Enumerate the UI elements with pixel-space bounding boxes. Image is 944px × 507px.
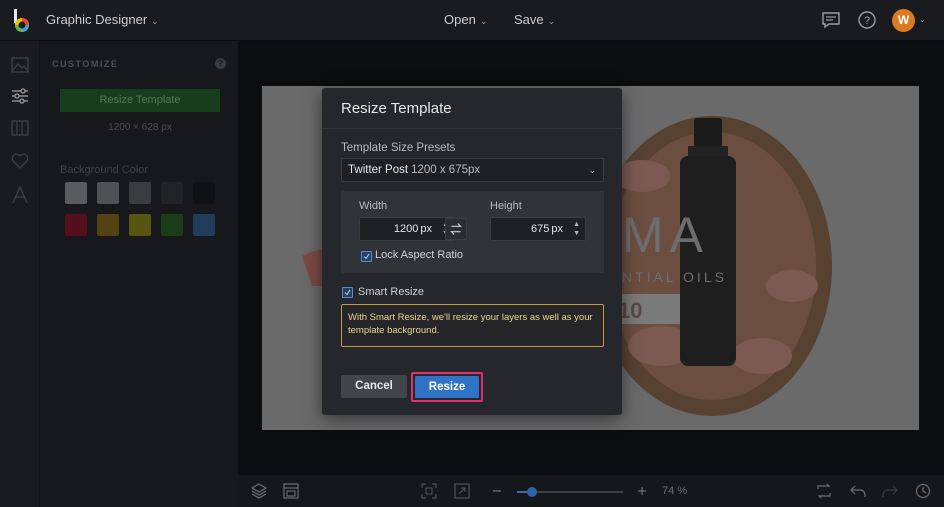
- app-logo-icon[interactable]: [10, 8, 34, 34]
- swap-dimensions-icon[interactable]: [445, 218, 467, 240]
- app-root: Graphic Designer ⌄ Open ⌄ Save ⌄ ? W ⌄ C…: [0, 0, 944, 507]
- color-swatch[interactable]: [161, 214, 183, 236]
- smart-resize-label[interactable]: Smart Resize: [358, 286, 424, 298]
- history-icon[interactable]: [915, 483, 931, 499]
- top-bar: Graphic Designer ⌄ Open ⌄ Save ⌄ ? W ⌄: [0, 0, 944, 41]
- color-swatch[interactable]: [65, 182, 87, 204]
- color-swatch[interactable]: [97, 214, 119, 236]
- zoom-value: 74: [662, 485, 675, 497]
- app-title-menu[interactable]: Graphic Designer ⌄: [46, 12, 159, 27]
- image-icon[interactable]: [10, 55, 30, 75]
- resize-template-dialog: Resize Template Template Size Presets Tw…: [322, 88, 622, 415]
- help-icon[interactable]: ?: [857, 10, 877, 30]
- bottom-toolbar: 74 %: [238, 475, 944, 507]
- text-icon[interactable]: [10, 185, 30, 205]
- heart-icon[interactable]: [10, 151, 30, 171]
- layout-icon[interactable]: [283, 483, 299, 499]
- smart-resize-checkbox[interactable]: [342, 287, 353, 298]
- resize-template-button[interactable]: Resize Template: [60, 89, 220, 112]
- swap-icon[interactable]: [816, 483, 832, 499]
- color-swatch[interactable]: [161, 182, 183, 204]
- lock-aspect-checkbox[interactable]: [361, 251, 372, 262]
- height-stepper[interactable]: ▲ ▼: [573, 220, 580, 238]
- resize-button[interactable]: Resize: [415, 376, 479, 398]
- textures-icon[interactable]: [10, 118, 30, 138]
- tool-rail: [0, 41, 40, 507]
- height-field[interactable]: 675 px ▲ ▼: [490, 217, 586, 241]
- dialog-divider: [322, 128, 622, 129]
- preset-size: 1200 x 675px: [411, 164, 481, 176]
- color-swatch[interactable]: [65, 214, 87, 236]
- app-title-text: Graphic Designer: [46, 12, 148, 27]
- chevron-down-icon: ⌄: [151, 16, 159, 26]
- width-label: Width: [359, 200, 388, 212]
- save-menu-label: Save: [514, 12, 544, 27]
- zoom-in-icon[interactable]: [634, 483, 650, 499]
- template-size-label: 1200 × 628 px: [108, 122, 172, 133]
- save-menu[interactable]: Save ⌄: [514, 12, 555, 27]
- color-swatch[interactable]: [97, 182, 119, 204]
- resize-button-highlight[interactable]: Resize: [411, 372, 483, 402]
- dialog-title: Resize Template: [341, 100, 452, 117]
- smart-resize-note: With Smart Resize, we'll resize your lay…: [341, 304, 604, 347]
- color-swatch[interactable]: [193, 182, 215, 204]
- chevron-down-icon: ⌄: [547, 16, 556, 26]
- height-value: 675: [531, 223, 550, 235]
- preset-name: Twitter Post: [348, 164, 409, 176]
- color-swatch[interactable]: [193, 214, 215, 236]
- redo-icon[interactable]: [882, 483, 898, 499]
- check-icon: [363, 253, 370, 260]
- lock-aspect-label[interactable]: Lock Aspect Ratio: [375, 249, 463, 261]
- width-value: 1200: [393, 223, 419, 235]
- zoom-out-icon[interactable]: [489, 483, 505, 499]
- user-avatar[interactable]: W: [892, 9, 915, 32]
- zoom-suffix: %: [677, 485, 688, 497]
- color-swatch[interactable]: [129, 214, 151, 236]
- expand-icon[interactable]: [454, 483, 470, 499]
- check-icon: [344, 289, 351, 296]
- canvas-subline-text: NTIAL OILS: [622, 269, 727, 285]
- open-menu-label: Open: [444, 12, 476, 27]
- open-menu[interactable]: Open ⌄: [444, 12, 487, 27]
- cancel-button[interactable]: Cancel: [341, 375, 407, 398]
- width-field[interactable]: 1200 px ▲ ▼: [359, 217, 455, 241]
- background-color-label: Background Color: [60, 164, 149, 176]
- height-label: Height: [490, 200, 522, 212]
- layers-icon[interactable]: [251, 483, 267, 499]
- chevron-down-icon[interactable]: ⌄: [919, 15, 926, 24]
- help-icon[interactable]: ?: [215, 58, 226, 69]
- zoom-slider[interactable]: [517, 487, 623, 497]
- panel-title: CUSTOMIZE: [52, 59, 119, 69]
- undo-icon[interactable]: [850, 483, 866, 499]
- zoom-level: 74 %: [662, 485, 687, 497]
- customize-panel: CUSTOMIZE ? Resize Template 1200 × 628 p…: [40, 41, 238, 507]
- sliders-icon[interactable]: [10, 86, 30, 106]
- preset-label: Template Size Presets: [341, 142, 456, 154]
- preset-select[interactable]: Twitter Post 1200 x 675px ⌄: [341, 158, 604, 182]
- dimensions-box: Width Height 1200 px ▲ ▼ 675 px ▲ ▼ Lock Asp…: [341, 191, 604, 273]
- svg-text:?: ?: [864, 15, 870, 27]
- width-unit: px: [420, 223, 432, 235]
- canvas-headline-text: MA: [622, 207, 709, 263]
- color-swatch[interactable]: [129, 182, 151, 204]
- fit-screen-icon[interactable]: [421, 483, 437, 499]
- height-unit: px: [551, 223, 563, 235]
- chevron-down-icon: ⌄: [588, 165, 596, 175]
- zoom-slider-handle[interactable]: [527, 487, 537, 497]
- feedback-icon[interactable]: [821, 10, 841, 30]
- chevron-down-icon: ⌄: [479, 16, 488, 26]
